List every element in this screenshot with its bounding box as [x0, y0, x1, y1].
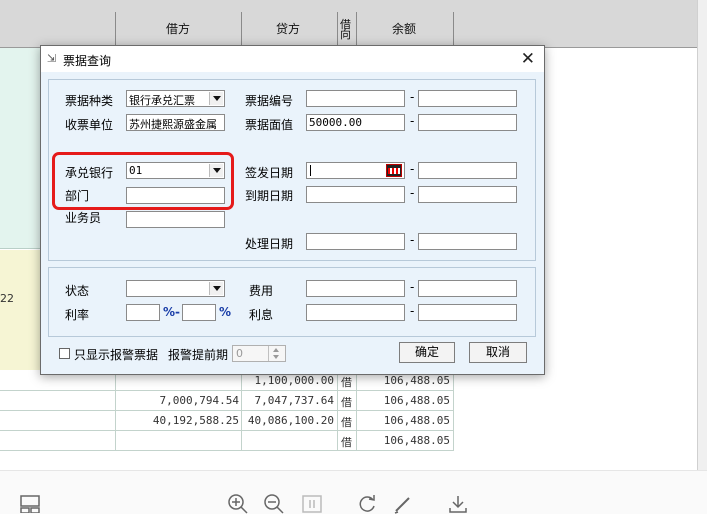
label-bill-number: 票据编号	[245, 94, 294, 108]
header-direction: 借 向	[340, 18, 351, 41]
cell-credit: 7,047,737.64	[254, 394, 334, 407]
bill-type-value: 银行承兑汇票	[129, 94, 195, 107]
cell-credit: 1,100,000.00	[254, 374, 334, 387]
cell-credit: 40,086,100.20	[247, 414, 334, 427]
cancel-button[interactable]: 取消	[469, 342, 527, 363]
salesperson-field[interactable]	[126, 211, 225, 228]
bill-number-to[interactable]	[418, 90, 517, 107]
pen-icon[interactable]	[393, 494, 413, 514]
alarm-advance-stepper[interactable]: 0	[232, 345, 286, 362]
face-value-from[interactable]: 50000.00	[306, 114, 405, 131]
app-icon: ⇲	[47, 52, 57, 65]
cell-balance: 106,488.05	[383, 374, 450, 387]
face-value-to[interactable]	[418, 114, 517, 131]
label-rate: 利率	[65, 308, 90, 322]
chevron-down-icon[interactable]	[209, 92, 223, 105]
label-face-value: 票据面值	[245, 118, 294, 132]
issue-date-to[interactable]	[418, 162, 517, 179]
receiving-unit-field[interactable]: 苏州捷熙源盛金属	[126, 114, 225, 131]
label-process-date: 处理日期	[245, 237, 294, 251]
text-caret	[310, 165, 311, 176]
chevron-down-icon[interactable]	[209, 282, 223, 295]
bottom-toolbar	[0, 470, 707, 514]
cell-debit: 40,192,588.25	[152, 414, 239, 427]
range-dash: -	[410, 280, 415, 294]
issue-date-from[interactable]	[306, 162, 405, 179]
label-interest: 利息	[249, 308, 274, 322]
process-date-from[interactable]	[306, 233, 405, 250]
vertical-scrollbar[interactable]	[697, 0, 707, 470]
label-fee: 费用	[249, 284, 274, 298]
zoom-out-icon[interactable]	[264, 494, 284, 514]
interest-from[interactable]	[306, 304, 405, 321]
status-group	[48, 267, 536, 337]
status-select[interactable]	[126, 280, 225, 297]
dialog-titlebar[interactable]: ⇲ 票据查询 ✕	[41, 46, 544, 72]
dialog-close-button[interactable]: ✕	[521, 49, 535, 69]
range-dash: -	[410, 114, 415, 128]
rate-from[interactable]	[126, 304, 160, 321]
label-bill-type: 票据种类	[65, 94, 114, 108]
calendar-icon[interactable]	[386, 164, 402, 177]
label-receiving-unit: 收票单位	[65, 118, 114, 132]
dialog-body: 票据种类 银行承兑汇票 收票单位 苏州捷熙源盛金属 承兑银行 01 部门 业务员…	[41, 72, 544, 374]
percent-sign: %	[219, 305, 232, 319]
bill-number-from[interactable]	[306, 90, 405, 107]
cell-balance: 106,488.05	[383, 414, 450, 427]
fee-from[interactable]	[306, 280, 405, 297]
zoom-in-icon[interactable]	[228, 494, 248, 514]
fee-to[interactable]	[418, 280, 517, 297]
download-icon[interactable]	[448, 494, 468, 514]
alarm-advance-label: 报警提前期	[168, 348, 229, 362]
rate-to[interactable]	[182, 304, 216, 321]
label-status: 状态	[65, 284, 90, 298]
cell-debit: 7,000,794.54	[159, 394, 239, 407]
header-debit: 借方	[166, 22, 191, 36]
rotate-icon[interactable]	[357, 494, 377, 514]
range-dash: -	[410, 304, 415, 318]
range-dash: -	[410, 233, 415, 247]
range-dash: -	[410, 162, 415, 176]
cell-balance: 106,488.05	[383, 434, 450, 447]
alarm-only-checkbox[interactable]	[59, 348, 70, 359]
cell-dir: 借	[341, 396, 352, 409]
cell-dir: 借	[341, 436, 352, 449]
percent-sign: %-	[163, 305, 181, 319]
header-balance: 余额	[392, 22, 417, 36]
due-date-to[interactable]	[418, 186, 517, 203]
table-header: 借方 贷方 借 向 余额	[0, 0, 697, 48]
process-date-to[interactable]	[418, 233, 517, 250]
alarm-advance-value: 0	[236, 347, 243, 360]
dialog-title: 票据查询	[63, 54, 112, 68]
spin-arrows-icon[interactable]	[268, 346, 285, 361]
bill-type-select[interactable]: 银行承兑汇票	[126, 90, 225, 107]
ok-button[interactable]: 确定	[399, 342, 455, 363]
actual-size-icon[interactable]	[302, 495, 322, 513]
alarm-only-label: 只显示报警票据	[74, 348, 159, 362]
cell-dir: 借	[341, 416, 352, 429]
label-salesperson: 业务员	[65, 211, 102, 225]
bill-query-dialog: ⇲ 票据查询 ✕ 票据种类 银行承兑汇票 收票单位 苏州捷熙源盛金属 承兑银行 …	[40, 45, 545, 375]
table-row[interactable]: 40,192,588.25 40,086,100.20 借 106,488.05	[0, 411, 454, 431]
cell-balance: 106,488.05	[383, 394, 450, 407]
label-due-date: 到期日期	[245, 189, 294, 203]
face-value-from-value: 50000.00	[309, 116, 362, 129]
layout-icon[interactable]	[20, 495, 40, 513]
left-partial-text: 22	[0, 292, 14, 305]
cell-dir: 借	[341, 376, 352, 389]
range-dash: -	[410, 186, 415, 200]
interest-to[interactable]	[418, 304, 517, 321]
label-issue-date: 签发日期	[245, 166, 294, 180]
range-dash: -	[410, 90, 415, 104]
header-credit: 贷方	[276, 22, 301, 36]
receiving-unit-value: 苏州捷熙源盛金属	[129, 118, 217, 131]
table-row[interactable]: 7,000,794.54 7,047,737.64 借 106,488.05	[0, 391, 454, 411]
due-date-from[interactable]	[306, 186, 405, 203]
table-row[interactable]: 借 106,488.05	[0, 431, 454, 451]
accepting-bank-highlight	[52, 152, 234, 210]
